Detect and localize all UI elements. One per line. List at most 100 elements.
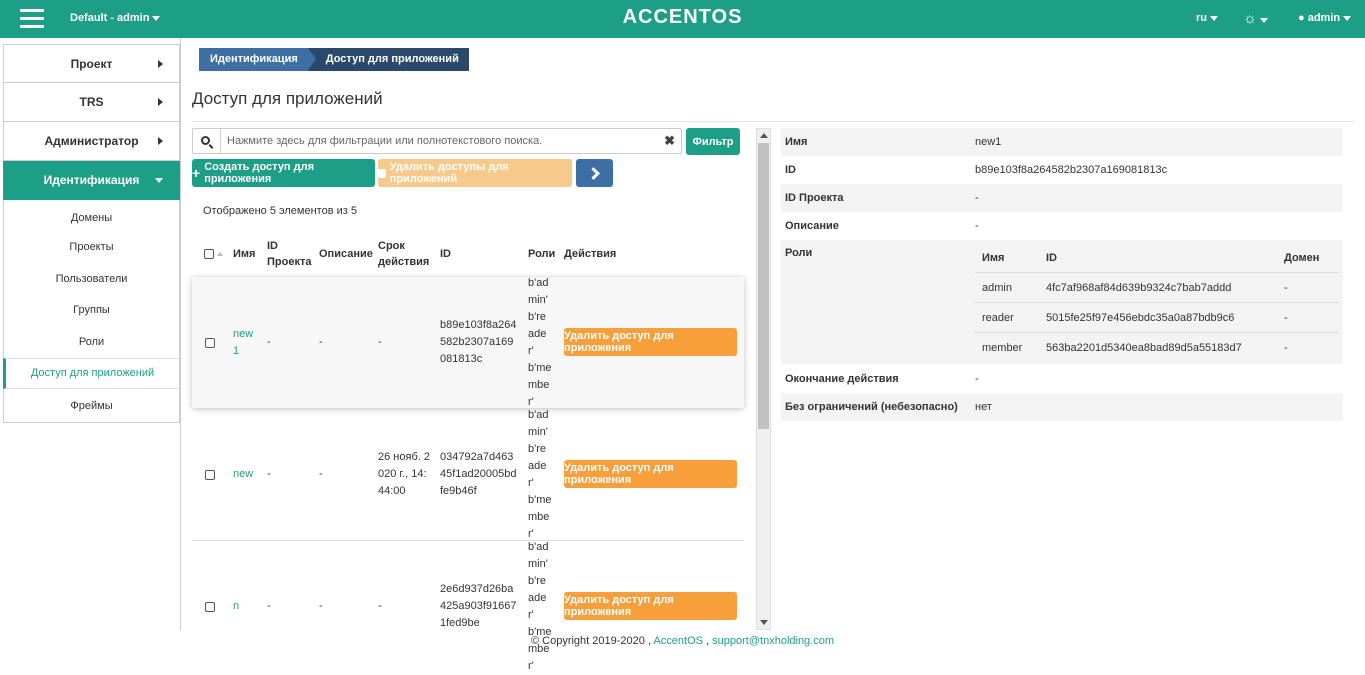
sidebar-subitem-label: Доступ для приложений (30, 367, 155, 380)
user-icon: ● (1298, 12, 1305, 24)
roles-table-row: member 563ba2201d5340ea8bad89d5a55183d7 … (975, 333, 1339, 363)
scroll-up-icon[interactable] (760, 133, 768, 138)
row-description: - (319, 600, 323, 612)
sidebar-subitem-domains[interactable]: Домены (3, 200, 180, 232)
row-project-id: - (267, 600, 271, 612)
user-dropdown[interactable]: ● admin (1298, 12, 1352, 24)
scrollbar-thumb[interactable] (758, 143, 769, 429)
delete-app-credential-button[interactable]: Удалить доступ для приложения (564, 592, 737, 620)
detail-label: Без ограничений (небезопасно) (785, 401, 958, 413)
select-all-checkbox-cell (204, 232, 223, 275)
column-header-expires[interactable]: Срок действия (378, 232, 429, 275)
sidebar-subitem-label: Группы (73, 304, 110, 317)
role-domain: - (1284, 312, 1288, 324)
sun-icon: ☼ (1243, 10, 1257, 27)
sidebar-subitem-groups[interactable]: Группы (3, 294, 180, 326)
row-expires: 26 нояб. 2020 г., 14:44:00 (378, 451, 430, 497)
role-id: 5015fe25f97e456ebdc35a0a87bdb9c6 (1046, 312, 1235, 324)
chevron-right-icon (158, 98, 163, 106)
create-button-label: Создать доступ для приложения (204, 161, 315, 185)
chevron-right-icon (158, 137, 163, 145)
row-name-link[interactable]: new1 (233, 277, 255, 408)
delete-app-credentials-button[interactable]: Удалить доступы для приложений (378, 159, 572, 187)
row-expires: - (378, 600, 382, 612)
column-header-description[interactable]: Описание (319, 232, 373, 275)
chevron-down-icon (1259, 17, 1268, 23)
detail-label: Имя (785, 136, 808, 148)
column-header-project-id[interactable]: ID Проекта (267, 232, 313, 275)
detail-value: b89e103f8a264582b2307a169081813c (975, 164, 1168, 176)
sidebar-subitem-projects[interactable]: Проекты (3, 231, 180, 263)
support-email-link[interactable]: support@tnxholding.com (712, 635, 834, 647)
detail-row-unrestricted: Без ограничений (небезопасно) нет (781, 393, 1343, 421)
scroll-down-icon[interactable] (760, 620, 768, 625)
sidebar-subitem-label: Роли (78, 335, 105, 348)
footer: © Copyright 2019-2020 , AccentOS , suppo… (0, 635, 1365, 647)
column-header-roles[interactable]: Роли (528, 232, 555, 275)
sort-icon[interactable] (217, 251, 223, 256)
table-header: Имя ID Проекта Описание Срок действия ID… (192, 232, 744, 275)
row-name-link[interactable]: n (233, 541, 239, 672)
create-app-credential-button[interactable]: + Создать доступ для приложения (192, 159, 375, 187)
roles-table: Имя ID Домен admin 4fc7af968af84d639b932… (975, 243, 1339, 363)
sidebar-subitem-users[interactable]: Пользователи (3, 263, 180, 295)
brand-link[interactable]: AccentOS (653, 635, 703, 647)
table-row[interactable]: new - - 26 нояб. 2020 г., 14:44:00 03479… (192, 409, 744, 540)
row-id: 2e6d937d26ba425a903f916671fed9be (440, 583, 517, 629)
sidebar-subitem-label: Проекты (69, 241, 114, 254)
detail-row-project: ID Проекта - (781, 184, 1343, 212)
language-dropdown[interactable]: ru (1196, 12, 1218, 24)
sidebar-item-label: TRS (79, 95, 104, 109)
row-roles: b'admin' b'reader' b'member' (528, 540, 552, 672)
close-icon[interactable]: ✖ (664, 133, 675, 149)
project-context-dropdown[interactable]: Default - admin (70, 12, 161, 24)
filter-button[interactable]: Фильтр (686, 128, 740, 155)
role-id: 4fc7af968af84d639b9324c7bab7addd (1046, 282, 1232, 294)
project-context-label: Default - admin (70, 12, 150, 24)
sidebar-item-trs[interactable]: TRS (3, 83, 180, 122)
breadcrumb-parent[interactable]: Идентификация (199, 48, 316, 71)
row-description: - (319, 336, 323, 348)
breadcrumb: Идентификация Доступ для приложений (199, 48, 469, 71)
row-name-link[interactable]: new (233, 409, 253, 540)
detail-panel: Имя new1 ID b89e103f8a264582b2307a16908181… (781, 128, 1343, 421)
detail-row-name: Имя new1 (781, 128, 1343, 156)
table-scrollbar[interactable] (756, 128, 771, 630)
search-input[interactable] (227, 132, 657, 150)
select-all-checkbox[interactable] (204, 248, 214, 259)
sidebar-subitem-roles[interactable]: Роли (3, 326, 180, 358)
row-checkbox[interactable] (205, 601, 215, 612)
chevron-right-icon (586, 166, 600, 180)
sidebar-item-admin[interactable]: Администратор (3, 122, 180, 161)
column-header-id[interactable]: ID (440, 232, 451, 275)
logo-text: ACCENTOS (622, 6, 743, 28)
chevron-down-icon (1210, 15, 1218, 21)
sidebar-item-identity[interactable]: Идентификация (3, 161, 180, 200)
row-project-id: - (267, 468, 271, 480)
row-expires: - (378, 336, 382, 348)
sidebar-item-project[interactable]: Проект (3, 44, 180, 83)
next-button[interactable] (576, 159, 613, 187)
chevron-down-icon (152, 15, 161, 21)
sidebar-subitem-app-credentials[interactable]: Доступ для приложений (3, 357, 180, 389)
detail-value: - (975, 220, 979, 232)
divider (192, 121, 1354, 122)
trash-icon (378, 168, 386, 178)
detail-row-roles: Роли Имя ID Домен admin 4fc7af968af84d63… (781, 240, 1343, 364)
delete-button-label: Удалить доступы для приложений (389, 161, 509, 185)
row-checkbox[interactable] (205, 469, 215, 480)
sidebar-item-label: Идентификация (43, 173, 140, 187)
page-title: Доступ для приложений (192, 89, 383, 108)
delete-app-credential-button[interactable]: Удалить доступ для приложения (564, 328, 737, 356)
roles-table-header: Имя ID Домен (975, 243, 1339, 273)
role-domain: - (1284, 342, 1288, 354)
table-row[interactable]: new1 - - - b89e103f8a264582b2307a1690818… (192, 277, 744, 408)
row-checkbox[interactable] (205, 337, 215, 348)
theme-dropdown[interactable]: ☼ (1243, 10, 1268, 27)
column-header-name[interactable]: Имя (233, 232, 255, 275)
hamburger-menu-icon[interactable] (20, 9, 44, 29)
table-row[interactable]: n - - - 2e6d937d26ba425a903f916671fed9be… (192, 541, 744, 672)
sidebar-subitem-frames[interactable]: Фреймы (3, 389, 180, 423)
copyright-text: © Copyright 2019-2020 , (530, 635, 651, 647)
delete-app-credential-button[interactable]: Удалить доступ для приложения (564, 460, 737, 488)
